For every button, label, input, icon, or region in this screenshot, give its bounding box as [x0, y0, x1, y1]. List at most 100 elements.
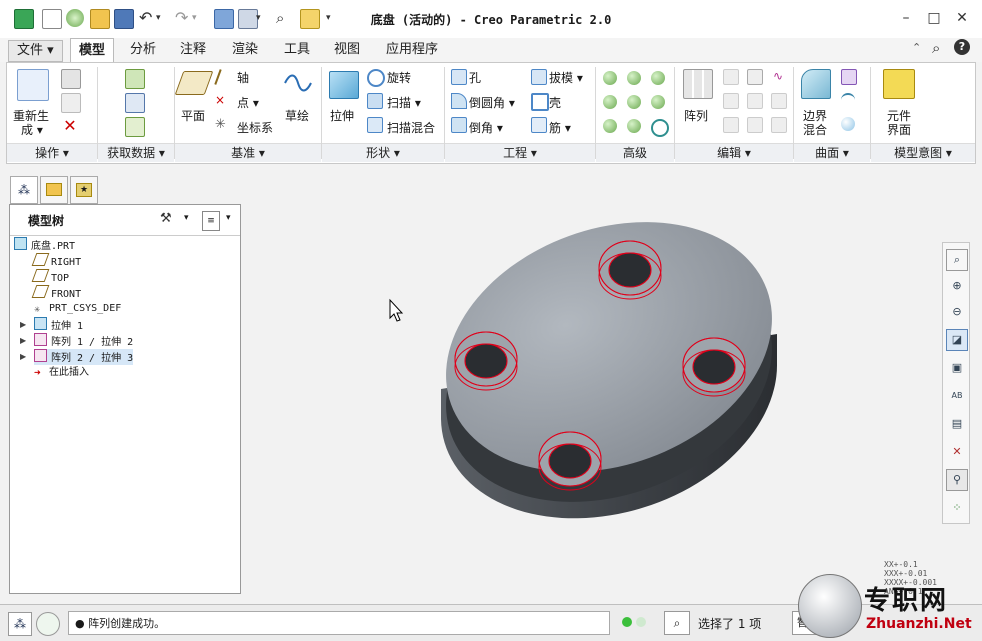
view-manager-icon[interactable]: ▤: [946, 413, 968, 435]
sketch-label[interactable]: 草绘: [285, 107, 309, 124]
expand-arrow-icon[interactable]: ▶: [20, 320, 26, 329]
saved-views-icon[interactable]: AB: [946, 385, 968, 407]
csys-label[interactable]: 坐标系: [237, 119, 273, 136]
advanced-feature-6-icon[interactable]: [651, 95, 665, 109]
style-icon[interactable]: [841, 93, 855, 109]
trim-icon[interactable]: [723, 117, 739, 133]
tree-node-csys[interactable]: ✳ PRT_CSYS_DEF: [34, 301, 121, 317]
copy-geometry-icon[interactable]: [125, 93, 145, 113]
freestyle-icon[interactable]: [841, 117, 855, 131]
draft-label[interactable]: 拔模 ▾: [549, 69, 583, 86]
sweep-label[interactable]: 扫描 ▾: [387, 94, 421, 111]
pattern-icon[interactable]: [683, 69, 713, 99]
zoom-in-icon[interactable]: ⊕: [946, 275, 968, 297]
group-operations[interactable]: 操作 ▾: [7, 143, 97, 162]
sketch-icon[interactable]: [283, 71, 313, 95]
expand-arrow-icon[interactable]: ▶: [20, 336, 26, 345]
merge-icon[interactable]: [723, 93, 739, 109]
offset-icon[interactable]: [747, 93, 763, 109]
display-style-icon[interactable]: ▣: [946, 357, 968, 379]
model-tree-tab[interactable]: ⁂: [10, 176, 38, 204]
chamfer-label[interactable]: 倒角 ▾: [469, 119, 503, 136]
group-shapes[interactable]: 形状 ▾: [322, 143, 444, 162]
ribbon-minimize-icon[interactable]: ⌃: [912, 41, 921, 54]
refit-icon[interactable]: ⌕: [946, 249, 968, 271]
tree-node-extrude-1[interactable]: 拉伸 1: [34, 317, 83, 333]
project-icon[interactable]: ∿: [771, 69, 785, 83]
tab-analysis[interactable]: 分析: [122, 40, 164, 60]
advanced-feature-3-icon[interactable]: [651, 71, 665, 85]
fill-icon[interactable]: [841, 69, 857, 85]
advanced-feature-1-icon[interactable]: [603, 71, 617, 85]
revolve-label[interactable]: 旋转: [387, 69, 411, 86]
plane-icon[interactable]: [174, 71, 214, 95]
rib-icon[interactable]: [531, 117, 547, 133]
swept-blend-icon[interactable]: [367, 117, 383, 133]
copy-icon[interactable]: [61, 69, 81, 89]
group-model-intent[interactable]: 模型意图 ▾: [871, 143, 975, 162]
group-datum[interactable]: 基准 ▾: [175, 143, 321, 162]
extrude-label[interactable]: 拉伸: [330, 107, 354, 124]
advanced-feature-8-icon[interactable]: [627, 119, 641, 133]
advanced-feature-9-icon[interactable]: [651, 119, 669, 137]
expand-arrow-icon[interactable]: ▶: [20, 352, 26, 361]
shrinkwrap-icon[interactable]: [125, 117, 145, 137]
tab-file[interactable]: 文件 ▾: [8, 40, 63, 62]
component-label-2[interactable]: 界面: [887, 121, 911, 138]
show-dropdown-icon[interactable]: ▾: [226, 213, 231, 223]
round-icon[interactable]: [451, 93, 467, 109]
tree-node-top[interactable]: TOP: [31, 269, 69, 285]
group-surfaces[interactable]: 曲面 ▾: [794, 143, 870, 162]
shell-icon[interactable]: [531, 93, 549, 111]
paste-icon[interactable]: [61, 93, 81, 113]
pattern-label[interactable]: 阵列: [684, 107, 708, 124]
annotation-display-icon[interactable]: ⚲: [946, 469, 968, 491]
settings-icon[interactable]: ⚒: [160, 211, 178, 229]
browser-toggle-icon[interactable]: [36, 612, 60, 636]
advanced-feature-7-icon[interactable]: [603, 119, 617, 133]
extend-icon[interactable]: [747, 69, 763, 85]
datum-display-icon[interactable]: ✕: [946, 441, 968, 463]
tree-node-front[interactable]: FRONT: [31, 285, 81, 301]
settings-dropdown-icon[interactable]: ▾: [184, 213, 189, 223]
user-defined-feature-icon[interactable]: [125, 69, 145, 89]
mirror-icon[interactable]: [723, 69, 739, 85]
group-get-data[interactable]: 获取数据 ▾: [98, 143, 174, 162]
tab-tools[interactable]: 工具: [276, 40, 318, 60]
tab-applications[interactable]: 应用程序: [378, 40, 446, 60]
tree-node-pattern-2[interactable]: 阵列 2 / 拉伸 3: [34, 349, 134, 365]
hole-icon[interactable]: [451, 69, 467, 85]
regenerate-icon[interactable]: [17, 69, 49, 101]
delete-icon[interactable]: ✕: [61, 117, 79, 135]
tab-view[interactable]: 视图: [326, 40, 368, 60]
show-list-icon[interactable]: ≡: [202, 211, 220, 231]
axis-icon[interactable]: [214, 69, 222, 85]
draft-icon[interactable]: [531, 69, 547, 85]
advanced-feature-2-icon[interactable]: [627, 71, 641, 85]
advanced-feature-4-icon[interactable]: [603, 95, 617, 109]
swept-blend-label[interactable]: 扫描混合: [387, 119, 435, 136]
tree-node-pattern-1[interactable]: 阵列 1 / 拉伸 2: [34, 333, 133, 349]
axis-label[interactable]: 轴: [237, 69, 249, 86]
folder-browser-tab[interactable]: [40, 176, 68, 204]
spin-center-icon[interactable]: ⁘: [946, 497, 968, 519]
group-editing[interactable]: 编辑 ▾: [675, 143, 793, 162]
favorites-tab[interactable]: ★: [70, 176, 98, 204]
shell-label[interactable]: 壳: [549, 94, 561, 111]
group-engineering[interactable]: 工程 ▾: [445, 143, 595, 162]
tree-node-part[interactable]: 底盘.PRT: [14, 237, 75, 253]
tab-model[interactable]: 模型: [70, 38, 115, 63]
tree-node-right[interactable]: RIGHT: [31, 253, 81, 269]
minimize-button[interactable]: –: [896, 8, 916, 28]
tree-node-insert-here[interactable]: ➜ 在此插入: [34, 365, 89, 381]
advanced-feature-5-icon[interactable]: [627, 95, 641, 109]
plane-label[interactable]: 平面: [181, 107, 205, 124]
sweep-icon[interactable]: [367, 93, 383, 109]
revolve-icon[interactable]: [367, 69, 385, 87]
point-icon[interactable]: ×: [215, 93, 225, 107]
group-advanced[interactable]: 高级: [596, 143, 674, 162]
point-label[interactable]: 点 ▾: [237, 94, 259, 111]
round-label[interactable]: 倒圆角 ▾: [469, 94, 515, 111]
tab-annotate[interactable]: 注释: [172, 40, 214, 60]
csys-icon[interactable]: ✳: [215, 117, 226, 132]
